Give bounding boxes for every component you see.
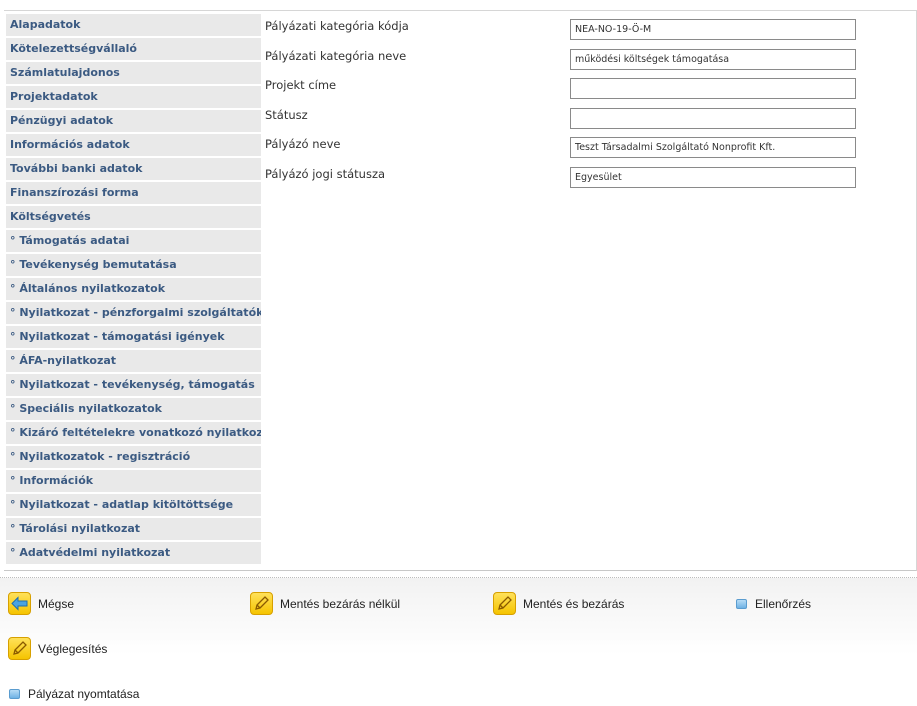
cancel-label: Mégse (38, 596, 75, 611)
pencil-icon (250, 592, 273, 615)
check-button[interactable]: Ellenőrzés (736, 597, 811, 611)
save-without-close-label: Mentés bezárás nélkül (280, 596, 401, 611)
save-and-close-label: Mentés és bezárás (523, 596, 625, 611)
sidebar-item-penzugyi-adatok[interactable]: Pénzügyi adatok (6, 110, 261, 132)
form-row: Státusz (265, 103, 865, 133)
sidebar-item-kizaro-feltetelek[interactable]: ° Kizáró feltételekre vonatkozó nyilatko… (6, 422, 261, 444)
finalize-button[interactable]: Véglegesítés (8, 637, 107, 660)
print-application-button[interactable]: Pályázat nyomtatása (9, 687, 139, 701)
finalize-label: Véglegesítés (38, 641, 108, 656)
sidebar-item-nyilatkozat-tamogatasi-igenyek[interactable]: ° Nyilatkozat - támogatási igények (6, 326, 261, 348)
form-row: Pályázó jogi státusza Egyesület (265, 162, 865, 192)
cancel-button[interactable]: Mégse (8, 592, 74, 615)
sidebar-item-nyilatkozat-tevekenyseg[interactable]: ° Nyilatkozat - tevékenység, támogatás (6, 374, 261, 396)
pencil-icon (493, 592, 516, 615)
applicant-legal-status-field[interactable]: Egyesület (570, 166, 856, 188)
sidebar-item-tevekenyseg-bemutatasa[interactable]: ° Tevékenység bemutatása (6, 254, 261, 276)
sidebar-item-informacios-adatok[interactable]: Információs adatok (6, 134, 261, 156)
sidebar-item-koltsegvetes[interactable]: Költségvetés (6, 206, 261, 228)
sidebar-item-szamlatulajdonos[interactable]: Számlatulajdonos (6, 62, 261, 84)
square-icon (9, 689, 20, 699)
category-code-label: Pályázati kategória kódja (265, 19, 409, 33)
applicant-legal-status-label: Pályázó jogi státusza (265, 166, 386, 181)
sidebar-nav: Alapadatok Kötelezettségvállaló Számlatu… (6, 14, 261, 566)
check-label: Ellenőrzés (755, 597, 812, 611)
form-row: Pályázati kategória neve működési költsé… (265, 44, 865, 74)
sidebar-item-projektadatok[interactable]: Projektadatok (6, 86, 261, 108)
sidebar-item-alapadatok[interactable]: Alapadatok (6, 14, 261, 36)
pencil-icon (8, 637, 31, 660)
sidebar-item-kotelezettsegvallalo[interactable]: Kötelezettségvállaló (6, 38, 261, 60)
print-application-label: Pályázat nyomtatása (28, 687, 140, 701)
category-code-field[interactable]: NEA-NO-19-Ö-M (570, 19, 856, 40)
project-title-field[interactable] (570, 78, 856, 99)
project-title-label: Projekt címe (265, 78, 337, 92)
sidebar-item-nyilatkozatok-regisztracio[interactable]: ° Nyilatkozatok - regisztráció (6, 446, 261, 468)
sidebar-item-nyilatkozat-penzforgalmi[interactable]: ° Nyilatkozat - pénzforgalmi szolgáltató… (6, 302, 261, 324)
sidebar-item-afa-nyilatkozat[interactable]: ° ÁFA-nyilatkozat (6, 350, 261, 372)
save-and-close-button[interactable]: Mentés és bezárás (493, 592, 624, 615)
status-field[interactable] (570, 107, 856, 129)
sidebar-item-tarolasi-nyilatkozat[interactable]: ° Tárolási nyilatkozat (6, 518, 261, 540)
sidebar-item-tovabbi-banki-adatok[interactable]: További banki adatok (6, 158, 261, 180)
save-without-close-button[interactable]: Mentés bezárás nélkül (250, 592, 400, 615)
square-icon (736, 599, 747, 609)
sidebar-item-altalanos-nyilatkozatok[interactable]: ° Általános nyilatkozatok (6, 278, 261, 300)
applicant-name-field[interactable]: Teszt Társadalmi Szolgáltató Nonprofit K… (570, 137, 856, 158)
form-row: Pályázati kategória kódja NEA-NO-19-Ö-M (265, 14, 865, 44)
action-bar: Mégse Mentés bezárás nélkül Mentés és be… (0, 577, 917, 706)
form-row: Projekt címe (265, 73, 865, 103)
sidebar-item-adatvedelmi-nyilatkozat[interactable]: ° Adatvédelmi nyilatkozat (6, 542, 261, 564)
category-name-label: Pályázati kategória neve (265, 48, 407, 63)
sidebar-item-adatlap-kitoltottsege[interactable]: ° Nyilatkozat - adatlap kitöltöttsége (6, 494, 261, 516)
category-name-field[interactable]: működési költségek támogatása (570, 48, 856, 70)
sidebar-item-finanszirozasi-forma[interactable]: Finanszírozási forma (6, 182, 261, 204)
sidebar-item-tamogatas-adatai[interactable]: ° Támogatás adatai (6, 230, 261, 252)
basic-data-form: Pályázati kategória kódja NEA-NO-19-Ö-M … (265, 14, 865, 191)
status-label: Státusz (265, 107, 308, 122)
applicant-name-label: Pályázó neve (265, 137, 341, 151)
form-row: Pályázó neve Teszt Társadalmi Szolgáltat… (265, 132, 865, 162)
sidebar-item-informaciok[interactable]: ° Információk (6, 470, 261, 492)
sidebar-item-specialis-nyilatkozatok[interactable]: ° Speciális nyilatkozatok (6, 398, 261, 420)
back-arrow-icon (8, 592, 31, 615)
